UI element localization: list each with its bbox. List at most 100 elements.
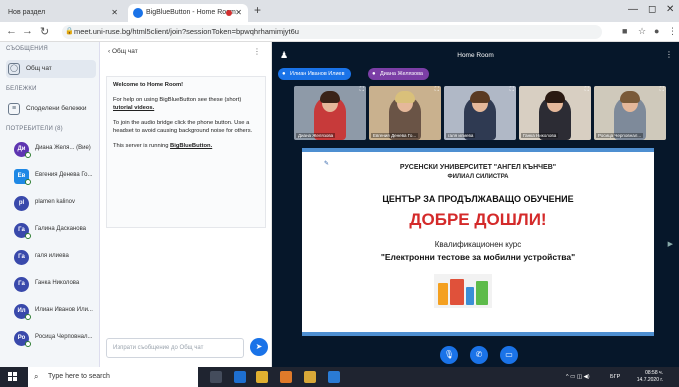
fullscreen-icon[interactable]: ⛶ <box>585 87 589 94</box>
windows-start-icon[interactable] <box>8 372 18 382</box>
clock-time: 08:58 ч. <box>645 370 663 376</box>
phone-icon: ✆ <box>475 350 483 359</box>
sidebar: СЪОБЩЕНИЯ ◯ Общ чат БЕЛЕЖКИ ≡ Споделени … <box>0 42 100 367</box>
user-item[interactable]: Га галя илиева <box>6 248 98 268</box>
file-explorer-icon[interactable] <box>256 371 268 383</box>
back-icon[interactable]: ← <box>6 25 17 37</box>
video-tile[interactable]: ⛶ галя илиева <box>444 86 516 140</box>
video-tile[interactable]: ⛶ Диана Желязова <box>294 86 366 140</box>
user-name: Диана Желя... (Вие) <box>35 145 91 151</box>
language-indicator[interactable]: БГР <box>610 367 620 387</box>
reload-icon[interactable]: ↻ <box>40 25 49 38</box>
video-user-name: Росица Черповнал... <box>596 133 644 138</box>
user-name: plamen kalinov <box>35 199 76 205</box>
maximize-icon[interactable]: ◻ <box>648 4 656 15</box>
sidebar-item-shared-notes[interactable]: ≡ Споделени бележки <box>6 100 96 118</box>
talker-name: Диана Желязова <box>380 71 423 77</box>
bigbluebutton-link[interactable]: BigBlueButton. <box>170 143 212 149</box>
forward-icon[interactable]: → <box>22 25 33 37</box>
close-tab-icon[interactable]: ✕ <box>111 4 118 22</box>
chat-options-icon[interactable]: ⋮ <box>253 47 261 56</box>
send-icon: ➤ <box>255 342 263 351</box>
status-icon <box>25 314 31 320</box>
welcome-message: Welcome to Home Room! For help on using … <box>106 76 266 228</box>
video-user-name: Ганка Николова <box>521 133 559 138</box>
tab-label: BigBlueButton - Home Room <box>146 9 236 16</box>
phone-button[interactable]: ✆ <box>470 346 488 364</box>
close-tab-icon[interactable]: ✕ <box>235 4 242 22</box>
lock-icon: 🔒 <box>65 28 74 35</box>
clock[interactable]: 08:58 ч. 14.7.2020 г. <box>637 370 663 384</box>
talker-badge: ● Диана Желязова <box>368 68 429 80</box>
user-name: галя илиева <box>35 253 69 259</box>
user-item[interactable]: Ди Диана Желя... (Вие) <box>6 140 98 160</box>
microphone-button[interactable]: 🎙 <box>440 346 458 364</box>
tutorial-link[interactable]: tutorial videos. <box>113 105 154 111</box>
close-window-icon[interactable]: ✕ <box>666 4 674 15</box>
search-placeholder: Type here to search <box>48 373 110 380</box>
user-name: Галина Дасканова <box>35 226 87 232</box>
user-item[interactable]: Га Галина Дасканова <box>6 221 98 241</box>
browser-menu-icon[interactable]: ⋮ <box>668 26 677 37</box>
chevron-left-icon: ‹ <box>108 48 111 55</box>
video-user-name: Диана Желязова <box>296 133 336 138</box>
tab-bigbluebutton[interactable]: BigBlueButton - Home Room ✕ <box>128 4 248 22</box>
edge-icon[interactable] <box>234 371 246 383</box>
status-icon <box>25 233 31 239</box>
recording-icon <box>226 10 232 16</box>
video-tile[interactable]: ⛶ Евгения Денева Го... <box>369 86 441 140</box>
user-item[interactable]: Ев Евгения Денева Го... <box>6 167 98 187</box>
presentation-slide: ✎ РУСЕНСКИ УНИВЕРСИТЕТ "АНГЕЛ КЪНЧЕВ" ФИ… <box>302 148 654 336</box>
new-tab-icon[interactable]: + <box>254 3 261 17</box>
url-field[interactable]: 🔒 meet.uni-ruse.bg/html5client/join?sess… <box>62 25 602 39</box>
user-name: Ганка Николова <box>35 280 80 286</box>
slide-course: "Електронни тестове за мобилни устройств… <box>380 252 576 262</box>
camera-button[interactable]: ▭ <box>500 346 518 364</box>
folder-icon[interactable] <box>304 371 316 383</box>
slide-welcome: ДОБРЕ ДОШЛИ! <box>409 210 547 229</box>
user-item[interactable]: Ро Росица Черповнал... <box>6 329 98 349</box>
star-icon[interactable]: ☆ <box>638 26 646 37</box>
avatar: Га <box>14 250 29 265</box>
video-user-name: Евгения Денева Го... <box>371 133 419 138</box>
sidebar-item-label: Общ чат <box>26 65 52 72</box>
slide-branch: ФИЛИАЛ СИЛИСТРА <box>447 174 509 180</box>
sidebar-item-label: Споделени бележки <box>26 105 87 112</box>
fullscreen-icon[interactable]: ⛶ <box>435 87 439 94</box>
chat-header[interactable]: ‹ Общ чат <box>108 48 138 55</box>
search-icon: ⌕ <box>34 372 39 381</box>
video-user-name: галя илиева <box>446 133 476 138</box>
taskbar-search-input[interactable]: ⌕ Type here to search <box>28 367 198 387</box>
sidebar-item-public-chat[interactable]: ◯ Общ чат <box>6 60 96 78</box>
options-menu-icon[interactable]: ⋮ <box>665 50 673 59</box>
user-name: Евгения Денева Го... <box>35 172 93 178</box>
profile-icon[interactable]: ● <box>654 26 659 36</box>
user-item[interactable]: Га Ганка Николова <box>6 275 98 295</box>
help-text: For help on using BigBlueButton see thes… <box>113 97 242 111</box>
chrome-icon[interactable] <box>280 371 292 383</box>
fullscreen-icon[interactable]: ⛶ <box>660 87 664 94</box>
avatar: pl <box>14 196 29 211</box>
fullscreen-icon[interactable]: ⛶ <box>510 87 514 94</box>
browser-tabbar: Нов раздел ✕ BigBlueButton - Home Room ✕… <box>0 0 679 22</box>
status-icon <box>25 179 31 185</box>
chevron-right-icon[interactable]: ▶ <box>668 240 673 248</box>
microphone-icon: ● <box>282 71 286 77</box>
minimize-icon[interactable]: — <box>628 4 638 15</box>
camera-permission-icon[interactable]: ■ <box>622 26 627 36</box>
send-button[interactable]: ➤ <box>250 338 268 356</box>
tray-icons[interactable]: ^ ▭ ◫ ◀) <box>566 367 590 387</box>
mobile-devices-image <box>434 274 492 308</box>
word-icon[interactable] <box>328 371 340 383</box>
fullscreen-icon[interactable]: ⛶ <box>360 87 364 94</box>
user-item[interactable]: Ил Илиан Иванов Или... <box>6 302 98 322</box>
slide-center: ЦЕНТЪР ЗА ПРОДЪЛЖАВАЩО ОБУЧЕНИЕ <box>382 194 574 204</box>
video-tile[interactable]: ⛶ Ганка Николова <box>519 86 591 140</box>
chat-message-input[interactable]: Изпрати съобщение до Общ чат <box>106 338 244 358</box>
video-tile[interactable]: ⛶ Росица Черповнал... <box>594 86 666 140</box>
notes-icon: ≡ <box>8 103 20 115</box>
talker-name: Илиан Иванов Илиев <box>290 71 345 77</box>
user-item[interactable]: pl plamen kalinov <box>6 194 98 214</box>
task-view-icon[interactable] <box>210 371 222 383</box>
tab-new[interactable]: Нов раздел ✕ <box>2 4 124 22</box>
